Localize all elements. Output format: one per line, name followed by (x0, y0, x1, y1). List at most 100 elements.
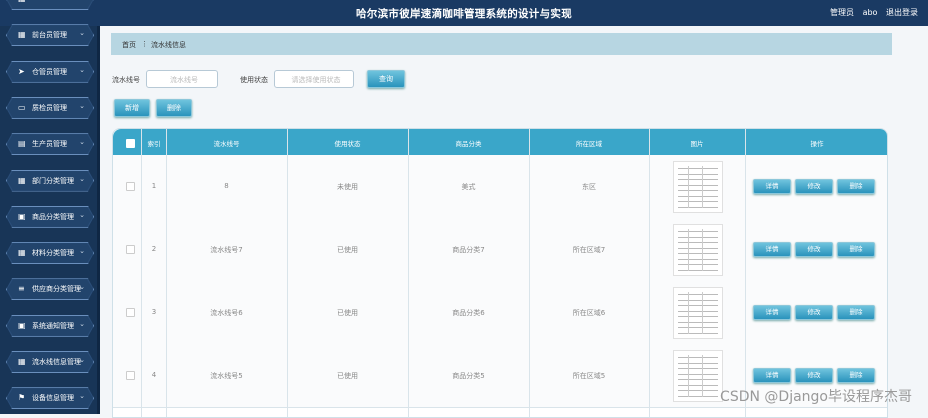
row-checkbox[interactable] (126, 371, 135, 380)
sidebar-item[interactable]: ▭ 质检员管理 ⌄ (6, 96, 94, 119)
edit-button[interactable]: 修改 (795, 179, 833, 194)
user-role: 管理员 (830, 8, 855, 17)
col-status: 使用状态 (334, 140, 361, 148)
cell-category: 商品分类7 (452, 246, 485, 254)
edit-button[interactable]: 修改 (795, 242, 833, 257)
chevron-down-icon: ⌄ (79, 247, 85, 256)
col-divider (529, 129, 530, 417)
row-image[interactable] (673, 350, 723, 402)
detail-button[interactable]: 详情 (753, 179, 791, 194)
app-title: 哈尔滨市彼岸速滴咖啡管理系统的设计与实现 (356, 8, 572, 20)
query-button[interactable]: 查询 (367, 70, 405, 88)
user-area: 管理员 abo 退出登录 (824, 7, 918, 18)
chevron-down-icon: ⌄ (79, 356, 85, 364)
cell-area: 所在区域5 (572, 372, 606, 380)
row-delete-button[interactable]: 删除 (837, 305, 875, 320)
sidebar-item-label: 材料分类管理 (32, 249, 74, 258)
col-divider (166, 129, 167, 417)
row-delete-button[interactable]: 删除 (837, 179, 875, 194)
sidebar-item[interactable]: ≡ 供应商分类管理 ⌄ (6, 278, 94, 301)
chevron-down-icon: ⌄ (79, 283, 85, 292)
sidebar-item[interactable]: ▦⌄ (6, 0, 94, 10)
sidebar-item[interactable]: ▣ 系统通知管理 ⌄ (6, 314, 94, 337)
status-field[interactable] (274, 70, 357, 89)
row-image[interactable] (673, 224, 723, 276)
col-area: 所在区域 (576, 140, 602, 148)
sidebar-edge (97, 26, 100, 414)
table-row: 2 流水线号7 已使用 商品分类7 所在区域7 详情 修改 删除 (113, 218, 887, 282)
chevron-down-icon: ⌄ (79, 392, 85, 401)
select-all-checkbox[interactable] (126, 139, 135, 148)
top-bar: 哈尔滨市彼岸速滴咖啡管理系统的设计与实现 管理员 abo 退出登录 (0, 0, 928, 26)
edit-button[interactable]: 修改 (795, 368, 833, 383)
status-select[interactable] (275, 71, 357, 89)
list-icon: ≡ (18, 284, 25, 294)
sidebar-item[interactable]: ▤ 生产员管理 ⌄ (6, 133, 94, 156)
row-delete-button[interactable]: 删除 (837, 368, 875, 383)
detail-button[interactable]: 详情 (753, 242, 791, 257)
sidebar-item-label: 供应商分类管理 (32, 285, 81, 294)
sidebar-item[interactable]: ▦ 材料分类管理 ⌄ (6, 242, 94, 265)
monitor-icon: ▭ (18, 102, 26, 112)
col-category: 商品分类 (455, 140, 482, 148)
add-button[interactable]: 新增 (114, 99, 150, 117)
cell-index: 3 (151, 308, 157, 316)
detail-button[interactable]: 详情 (753, 305, 791, 320)
user-name: abo (862, 8, 878, 17)
sidebar-item-label: 系统通知管理 (32, 321, 74, 330)
col-index: 索引 (147, 140, 161, 148)
col-divider (408, 129, 409, 417)
sidebar-item[interactable]: ⚑ 设备信息管理 ⌄ (6, 387, 94, 410)
line-no-field[interactable] (146, 70, 221, 89)
line-no-label: 流水线号 (112, 76, 140, 84)
sidebar-item[interactable]: ➤ 仓管员管理 ⌄ (6, 60, 94, 83)
chevron-down-icon: ⌄ (79, 174, 85, 183)
col-divider (649, 129, 650, 417)
chevron-down-icon: ⌄ (79, 101, 85, 110)
cell-status: 已使用 (337, 309, 358, 317)
cell-index: 1 (151, 182, 157, 190)
sidebar-item[interactable]: ▦ 流水线信息管理 ⌄ (6, 351, 94, 373)
breadcrumb-home[interactable]: 首页 (122, 40, 136, 50)
edit-button[interactable]: 修改 (795, 305, 833, 320)
col-image: 图片 (690, 140, 704, 148)
delete-button[interactable]: 删除 (156, 99, 192, 117)
col-actions: 操作 (810, 140, 824, 148)
row-checkbox[interactable] (126, 308, 135, 317)
grid-icon: ▦ (18, 248, 26, 258)
row-image[interactable] (673, 287, 723, 339)
sidebar-item[interactable]: ▣ 商品分类管理 ⌄ (6, 205, 94, 228)
col-line-no: 流水线号 (213, 140, 240, 148)
col-divider (141, 129, 142, 417)
cell-line-no: 流水线号6 (210, 309, 243, 317)
table-row: 3 流水线号6 已使用 商品分类6 所在区域6 详情 修改 删除 (113, 281, 887, 345)
grid-icon: ▦ (18, 30, 26, 40)
chevron-down-icon: ⌄ (79, 210, 85, 219)
film-icon: ▤ (18, 139, 26, 149)
col-divider (745, 129, 746, 417)
row-checkbox[interactable] (126, 245, 135, 254)
line-no-input[interactable] (147, 71, 221, 89)
row-image[interactable] (673, 161, 723, 213)
cell-index: 4 (151, 371, 157, 379)
cell-category: 商品分类5 (452, 372, 485, 380)
chevron-down-icon: ⌄ (79, 29, 85, 38)
sidebar-item-label: 商品分类管理 (32, 212, 74, 221)
cell-line-no: 流水线号7 (210, 246, 243, 254)
sidebar-item-label: 仓管员管理 (32, 67, 67, 76)
sidebar-item[interactable]: ▦ 前台员管理 ⌄ (6, 24, 94, 47)
detail-button[interactable]: 详情 (753, 368, 791, 383)
doc-icon: ▣ (18, 320, 26, 330)
sidebar-item-label: 生产员管理 (32, 140, 67, 149)
cell-status: 未使用 (337, 183, 358, 191)
sidebar-item[interactable]: ▦ 部门分类管理 ⌄ (6, 169, 94, 192)
sidebar-item-label: 部门分类管理 (32, 176, 74, 185)
cell-category: 商品分类6 (452, 309, 485, 317)
cell-index: 2 (151, 245, 157, 253)
cell-area: 东区 (582, 183, 596, 191)
sidebar-item-label: 流水线信息管理 (32, 358, 81, 366)
row-delete-button[interactable]: 删除 (837, 242, 875, 257)
row-checkbox[interactable] (126, 182, 135, 191)
sidebar-item-label: 质检员管理 (32, 103, 67, 112)
logout-link[interactable]: 退出登录 (886, 8, 918, 17)
